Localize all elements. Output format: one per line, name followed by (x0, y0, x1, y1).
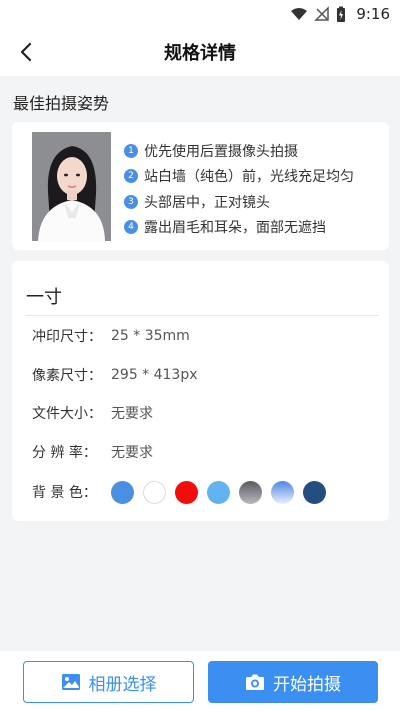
print-size-row: 冲印尺寸： 25 * 35mm (32, 326, 190, 346)
app-bar: 规格详情 (0, 28, 400, 76)
background-color-swatch (175, 480, 198, 504)
background-color-swatch (303, 480, 326, 504)
tip-number-badge: 3 (124, 194, 138, 209)
back-button[interactable] (10, 36, 42, 68)
album-select-label: 相册选择 (88, 674, 157, 695)
tip-text: 头部居中，正对镜头 (144, 194, 270, 211)
spec-label: 像素尺寸： (32, 368, 102, 384)
background-color-row: 背 景 色： (32, 480, 326, 504)
background-color-swatch (111, 480, 134, 504)
status-time: 9:16 (356, 5, 390, 23)
no-signal-icon (314, 6, 330, 21)
background-color-swatch (271, 480, 294, 504)
tip-item: 3 头部居中，正对镜头 (124, 189, 354, 215)
background-color-swatch (239, 480, 262, 504)
spec-label: 冲印尺寸： (32, 329, 102, 345)
background-color-swatch (207, 480, 230, 504)
image-icon (61, 674, 80, 690)
spec-value: 无要求 (111, 445, 153, 461)
resolution-row: 分 辨 率： 无要求 (32, 442, 153, 462)
tip-number-badge: 2 (124, 169, 138, 184)
tip-item: 2 站白墙（纯色）前，光线充足均匀 (124, 164, 354, 190)
pose-tips-list: 1 优先使用后置摄像头拍摄 2 站白墙（纯色）前，光线充足均匀 3 头部居中，正… (124, 138, 354, 240)
spec-label: 分 辨 率： (32, 445, 97, 461)
back-arrow-icon (20, 42, 32, 62)
tip-text: 露出眉毛和耳朵，面部无遮挡 (144, 220, 326, 237)
status-bar: 9:16 (0, 0, 400, 28)
tip-text: 站白墙（纯色）前，光线充足均匀 (144, 169, 354, 186)
camera-icon (246, 674, 264, 690)
start-shooting-label: 开始拍摄 (273, 674, 341, 695)
tip-item: 1 优先使用后置摄像头拍摄 (124, 138, 354, 164)
best-pose-heading: 最佳拍摄姿势 (13, 94, 110, 113)
tip-number-badge: 1 (124, 143, 138, 158)
file-size-row: 文件大小： 无要求 (32, 403, 153, 423)
pixel-size-row: 像素尺寸： 295 * 413px (32, 365, 198, 385)
background-color-swatches (111, 480, 326, 504)
tip-text: 优先使用后置摄像头拍摄 (144, 143, 298, 160)
spec-name: 一寸 (26, 287, 62, 308)
wifi-icon (291, 8, 308, 20)
spec-value: 25 * 35mm (111, 328, 190, 344)
spec-label: 文件大小： (32, 406, 102, 422)
tip-item: 4 露出眉毛和耳朵，面部无遮挡 (124, 215, 354, 241)
bottom-action-bar: 相册选择 开始拍摄 (0, 651, 400, 711)
tip-number-badge: 4 (124, 220, 138, 235)
background-color-swatch (143, 480, 166, 504)
pose-tips-card: 1 优先使用后置摄像头拍摄 2 站白墙（纯色）前，光线充足均匀 3 头部居中，正… (12, 122, 389, 250)
spec-value: 295 * 413px (111, 367, 198, 383)
spec-detail-card: 一寸 冲印尺寸： 25 * 35mm 像素尺寸： 295 * 413px 文件大… (12, 261, 389, 521)
start-shooting-button[interactable]: 开始拍摄 (208, 661, 378, 703)
divider (26, 315, 379, 316)
battery-charging-icon (337, 6, 346, 22)
spec-label: 背 景 色： (32, 485, 97, 501)
spec-value: 无要求 (111, 406, 153, 422)
sample-portrait-photo (32, 132, 111, 241)
album-select-button[interactable]: 相册选择 (23, 661, 194, 703)
page-title: 规格详情 (164, 43, 236, 64)
